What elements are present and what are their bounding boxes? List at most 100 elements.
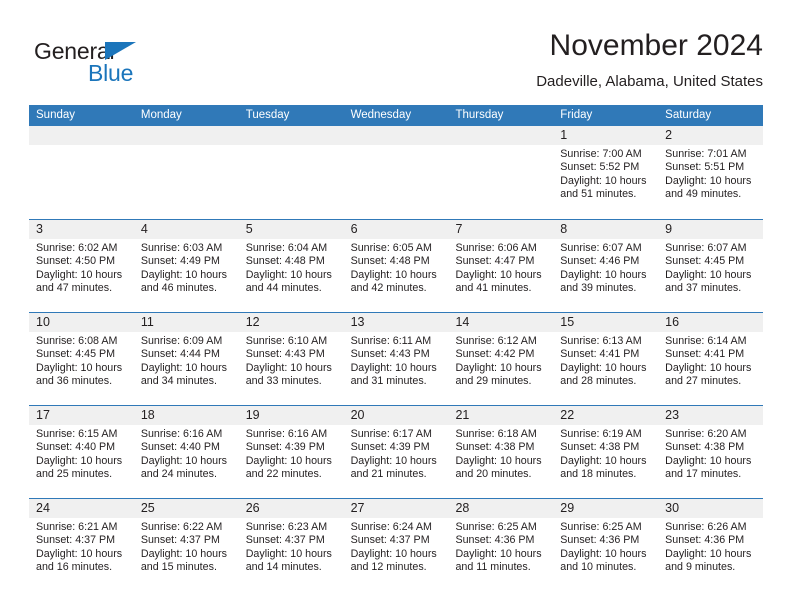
weekday-thursday: Thursday [455, 109, 504, 121]
day-number: 7 [455, 222, 463, 236]
day-cell[interactable] [133, 126, 239, 219]
day-cell[interactable]: 28 Sunrise: 6:25 AM Sunset: 4:36 PM Dayl… [448, 499, 554, 592]
day-number-band: 20 [343, 406, 449, 425]
day-number: 22 [560, 408, 575, 422]
day-details: Sunrise: 6:12 AM Sunset: 4:42 PM Dayligh… [448, 332, 553, 389]
day-number-band: 7 [448, 220, 554, 239]
day-cell[interactable]: 27 Sunrise: 6:24 AM Sunset: 4:37 PM Dayl… [343, 499, 449, 592]
day-details: Sunrise: 7:00 AM Sunset: 5:52 PM Dayligh… [553, 145, 658, 202]
sunrise-text: Sunrise: 6:07 AM [560, 242, 642, 254]
day-cell[interactable]: 21 Sunrise: 6:18 AM Sunset: 4:38 PM Dayl… [448, 406, 554, 498]
daylight-text-line2: and 28 minutes. [560, 375, 637, 388]
day-cell[interactable]: 7 Sunrise: 6:06 AM Sunset: 4:47 PM Dayli… [448, 220, 554, 312]
daylight-text-line2: and 46 minutes. [140, 282, 217, 295]
sunset-text: Sunset: 4:47 PM [455, 255, 535, 268]
day-number-band [238, 126, 344, 145]
day-cell[interactable]: 24 Sunrise: 6:21 AM Sunset: 4:37 PM Dayl… [29, 499, 134, 592]
sunset-text: Sunset: 4:36 PM [665, 534, 745, 547]
day-cell[interactable]: 9 Sunrise: 6:07 AM Sunset: 4:45 PM Dayli… [658, 220, 764, 312]
day-cell[interactable]: 8 Sunrise: 6:07 AM Sunset: 4:46 PM Dayli… [553, 220, 659, 312]
day-number: 28 [455, 501, 470, 515]
daylight-text-line1: Daylight: 10 hours [560, 268, 647, 281]
daylight-text-line1: Daylight: 10 hours [560, 454, 647, 467]
sunrise-text: Sunrise: 6:08 AM [36, 335, 118, 347]
sunset-text: Sunset: 4:42 PM [455, 348, 535, 361]
daylight-text-line1: Daylight: 10 hours [350, 361, 437, 374]
day-cell[interactable]: 14 Sunrise: 6:12 AM Sunset: 4:42 PM Dayl… [448, 313, 554, 405]
daylight-text-line2: and 20 minutes. [455, 468, 532, 481]
sunrise-text: Sunrise: 6:19 AM [560, 428, 642, 440]
day-cell[interactable]: 17 Sunrise: 6:15 AM Sunset: 4:40 PM Dayl… [29, 406, 134, 498]
day-number: 30 [665, 501, 680, 515]
day-details: Sunrise: 6:23 AM Sunset: 4:37 PM Dayligh… [239, 518, 344, 575]
day-cell[interactable]: 1 Sunrise: 7:00 AM Sunset: 5:52 PM Dayli… [553, 126, 659, 219]
day-details: Sunrise: 6:06 AM Sunset: 4:47 PM Dayligh… [448, 239, 553, 296]
day-cell[interactable]: 19 Sunrise: 6:16 AM Sunset: 4:39 PM Dayl… [238, 406, 344, 498]
day-cell[interactable]: 29 Sunrise: 6:25 AM Sunset: 4:36 PM Dayl… [553, 499, 659, 592]
day-cell[interactable]: 12 Sunrise: 6:10 AM Sunset: 4:43 PM Dayl… [238, 313, 344, 405]
daylight-text-line2: and 27 minutes. [665, 375, 742, 388]
daylight-text-line1: Daylight: 10 hours [665, 454, 752, 467]
daylight-text-line1: Daylight: 10 hours [665, 268, 752, 281]
daylight-text-line1: Daylight: 10 hours [36, 361, 123, 374]
generalblue-logo[interactable]: General Blue [34, 38, 204, 90]
day-cell[interactable] [238, 126, 344, 219]
day-number: 27 [350, 501, 365, 515]
day-number: 9 [665, 222, 673, 236]
sunset-text: Sunset: 4:39 PM [245, 441, 325, 454]
daylight-text-line2: and 51 minutes. [560, 188, 637, 201]
daylight-text-line1: Daylight: 10 hours [36, 454, 123, 467]
daylight-text-line2: and 42 minutes. [350, 282, 427, 295]
sunset-text: Sunset: 4:45 PM [36, 348, 116, 361]
day-number: 15 [560, 315, 575, 329]
day-number: 10 [36, 315, 50, 329]
day-details: Sunrise: 6:16 AM Sunset: 4:39 PM Dayligh… [239, 425, 344, 482]
day-cell[interactable]: 18 Sunrise: 6:16 AM Sunset: 4:40 PM Dayl… [133, 406, 239, 498]
day-cell[interactable]: 16 Sunrise: 6:14 AM Sunset: 4:41 PM Dayl… [658, 313, 764, 405]
day-cell[interactable]: 22 Sunrise: 6:19 AM Sunset: 4:38 PM Dayl… [553, 406, 659, 498]
day-cell[interactable]: 30 Sunrise: 6:26 AM Sunset: 4:36 PM Dayl… [658, 499, 764, 592]
day-cell[interactable]: 15 Sunrise: 6:13 AM Sunset: 4:41 PM Dayl… [553, 313, 659, 405]
day-cell[interactable]: 4 Sunrise: 6:03 AM Sunset: 4:49 PM Dayli… [133, 220, 239, 312]
sunrise-text: Sunrise: 6:20 AM [665, 428, 747, 440]
day-cell[interactable]: 5 Sunrise: 6:04 AM Sunset: 4:48 PM Dayli… [238, 220, 344, 312]
day-cell[interactable]: 13 Sunrise: 6:11 AM Sunset: 4:43 PM Dayl… [343, 313, 449, 405]
daylight-text-line1: Daylight: 10 hours [560, 174, 647, 187]
daylight-text-line2: and 25 minutes. [36, 468, 113, 481]
day-cell[interactable]: 6 Sunrise: 6:05 AM Sunset: 4:48 PM Dayli… [343, 220, 449, 312]
day-cell[interactable] [343, 126, 449, 219]
day-number-band [29, 126, 134, 145]
day-number: 14 [455, 315, 470, 329]
day-cell[interactable]: 2 Sunrise: 7:01 AM Sunset: 5:51 PM Dayli… [658, 126, 764, 219]
day-details: Sunrise: 6:25 AM Sunset: 4:36 PM Dayligh… [448, 518, 553, 575]
day-cell[interactable] [29, 126, 134, 219]
day-details: Sunrise: 6:26 AM Sunset: 4:36 PM Dayligh… [658, 518, 763, 575]
day-details: Sunrise: 6:07 AM Sunset: 4:45 PM Dayligh… [658, 239, 763, 296]
daylight-text-line2: and 29 minutes. [455, 375, 532, 388]
title-block: November 2024 Dadeville, Alabama, United… [536, 28, 763, 91]
day-cell[interactable]: 23 Sunrise: 6:20 AM Sunset: 4:38 PM Dayl… [658, 406, 764, 498]
sunset-text: Sunset: 4:37 PM [140, 534, 220, 547]
daylight-text-line1: Daylight: 10 hours [36, 547, 123, 560]
day-cell[interactable]: 10 Sunrise: 6:08 AM Sunset: 4:45 PM Dayl… [29, 313, 134, 405]
sunset-text: Sunset: 4:43 PM [245, 348, 325, 361]
day-details: Sunrise: 6:10 AM Sunset: 4:43 PM Dayligh… [239, 332, 344, 389]
sunrise-text: Sunrise: 6:14 AM [665, 335, 747, 347]
day-details: Sunrise: 7:01 AM Sunset: 5:51 PM Dayligh… [658, 145, 763, 202]
sunset-text: Sunset: 4:38 PM [665, 441, 745, 454]
sunset-text: Sunset: 4:44 PM [140, 348, 220, 361]
day-cell[interactable] [448, 126, 554, 219]
day-number-band: 8 [553, 220, 659, 239]
day-cell[interactable]: 25 Sunrise: 6:22 AM Sunset: 4:37 PM Dayl… [133, 499, 239, 592]
day-number-band: 6 [343, 220, 449, 239]
sunrise-text: Sunrise: 6:25 AM [560, 521, 642, 533]
sunset-text: Sunset: 4:41 PM [665, 348, 745, 361]
daylight-text-line2: and 31 minutes. [350, 375, 427, 388]
day-cell[interactable]: 20 Sunrise: 6:17 AM Sunset: 4:39 PM Dayl… [343, 406, 449, 498]
daylight-text-line2: and 44 minutes. [245, 282, 322, 295]
day-cell[interactable]: 11 Sunrise: 6:09 AM Sunset: 4:44 PM Dayl… [133, 313, 239, 405]
day-cell[interactable]: 26 Sunrise: 6:23 AM Sunset: 4:37 PM Dayl… [238, 499, 344, 592]
day-number: 4 [140, 222, 148, 236]
day-cell[interactable]: 3 Sunrise: 6:02 AM Sunset: 4:50 PM Dayli… [29, 220, 134, 312]
sunrise-text: Sunrise: 6:18 AM [455, 428, 537, 440]
